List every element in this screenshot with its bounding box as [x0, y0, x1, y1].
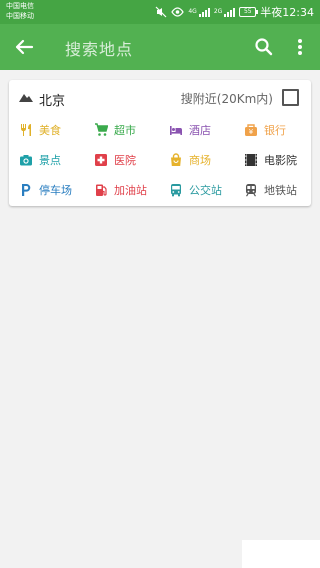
category-label: 电影院: [264, 154, 297, 167]
category-label: 银行: [264, 124, 286, 137]
app-bar: 搜索地点: [0, 24, 320, 70]
shopping-cart-icon: [95, 123, 108, 136]
mountain-icon: [19, 94, 33, 102]
category-label: 商场: [189, 154, 211, 167]
carrier-1: 中国电信: [6, 2, 34, 10]
category-mall[interactable]: 商场: [169, 149, 244, 171]
parking-icon: [22, 184, 31, 196]
category-label: 酒店: [189, 124, 211, 137]
category-parking[interactable]: 停车场: [19, 179, 94, 201]
svg-text:¥: ¥: [249, 128, 254, 136]
city-row: 北京 搜附近(20Km内): [9, 80, 311, 116]
back-button[interactable]: [10, 33, 38, 61]
bus-icon: [171, 184, 181, 197]
nearby-label: 搜附近(20Km内): [180, 92, 273, 106]
bed-icon: [170, 126, 182, 135]
clock: 半夜12:34: [260, 6, 314, 19]
medical-cross-icon: [95, 154, 107, 166]
bottom-overlay: [242, 540, 320, 568]
mute-icon: [155, 6, 167, 18]
category-cinema[interactable]: 电影院: [244, 149, 319, 171]
category-label: 停车场: [39, 184, 72, 197]
more-vertical-icon: [298, 39, 302, 55]
camera-icon: [20, 155, 32, 166]
signal-icon-2: 2G: [213, 7, 236, 17]
location-card: 北京 搜附近(20Km内) 美食 超市 酒店 ¥ 银行 景点 医院 商场 电影院…: [9, 80, 311, 206]
category-label: 公交站: [189, 184, 222, 197]
category-supermarket[interactable]: 超市: [94, 119, 169, 141]
city-selector[interactable]: 北京: [39, 90, 65, 109]
category-label: 医院: [114, 154, 136, 167]
category-food[interactable]: 美食: [19, 119, 94, 141]
more-options-button[interactable]: [292, 33, 308, 61]
battery-icon: 55: [239, 7, 259, 17]
category-label: 加油站: [114, 184, 147, 197]
bank-icon: ¥: [245, 124, 257, 136]
category-subway-station[interactable]: 地铁站: [244, 179, 319, 201]
nearby-checkbox[interactable]: [282, 89, 299, 106]
arrow-left-icon: [15, 39, 34, 55]
category-hospital[interactable]: 医院: [94, 149, 169, 171]
category-bus-stop[interactable]: 公交站: [169, 179, 244, 201]
category-gas-station[interactable]: 加油站: [94, 179, 169, 201]
category-label: 地铁站: [264, 184, 297, 197]
fuel-pump-icon: [96, 184, 107, 196]
carrier-2: 中国移动: [6, 12, 34, 20]
category-label: 超市: [114, 124, 136, 137]
signal-icon: 4G: [188, 7, 210, 17]
subway-icon: [246, 184, 256, 197]
fork-knife-icon: [21, 124, 31, 136]
category-label: 美食: [39, 124, 61, 137]
category-label: 景点: [39, 154, 61, 167]
shopping-bag-icon: [171, 153, 181, 166]
network-type-2: 2G: [213, 7, 223, 15]
eye-icon: [171, 7, 185, 17]
search-input[interactable]: 搜索地点: [65, 36, 133, 60]
network-type-1: 4G: [188, 7, 197, 15]
status-bar: 中国电信 中国移动 4G 2G 55 半夜12:34: [0, 0, 320, 24]
category-bank[interactable]: ¥ 银行: [244, 119, 319, 141]
search-button[interactable]: [250, 33, 278, 61]
search-icon: [255, 38, 273, 56]
category-hotel[interactable]: 酒店: [169, 119, 244, 141]
film-icon: [245, 154, 257, 166]
category-attraction[interactable]: 景点: [19, 149, 94, 171]
